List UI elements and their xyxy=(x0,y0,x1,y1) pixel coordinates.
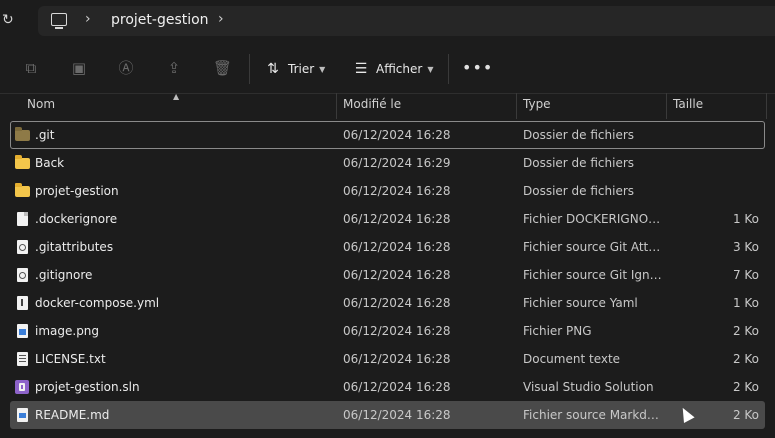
file-row[interactable]: image.png 06/12/2024 16:28 Fichier PNG 2… xyxy=(10,317,765,345)
column-header-modified[interactable]: Modifié le xyxy=(343,97,401,111)
paste-icon[interactable]: ▣ xyxy=(70,59,88,77)
copy-icon[interactable]: ⧉ xyxy=(22,59,40,77)
toolbar-divider xyxy=(448,54,449,84)
image-file-icon xyxy=(17,324,28,338)
config-file-icon xyxy=(17,268,28,282)
file-type: Document texte xyxy=(523,352,621,366)
address-bar[interactable]: › projet-gestion › xyxy=(38,6,775,36)
sort-ascending-icon: ▲ xyxy=(173,92,180,101)
file-modified: 06/12/2024 16:28 xyxy=(343,352,451,366)
toolbar-divider xyxy=(249,54,250,84)
share-icon[interactable]: ⇪ xyxy=(165,59,183,77)
yaml-file-icon xyxy=(17,296,28,310)
chevron-right-icon[interactable]: › xyxy=(85,11,91,27)
text-file-icon xyxy=(17,352,28,366)
file-modified: 06/12/2024 16:28 xyxy=(343,240,451,254)
file-type: Fichier source Git Attrib... xyxy=(523,240,663,254)
file-type: Fichier source Git Ignore xyxy=(523,268,663,282)
file-type: Dossier de fichiers xyxy=(523,128,635,142)
folder-icon xyxy=(15,127,30,141)
column-header-name[interactable]: Nom xyxy=(27,97,55,111)
file-type: Dossier de fichiers xyxy=(523,156,635,170)
sort-button[interactable]: ⇅ Trier ▼ xyxy=(264,59,325,79)
view-label: Afficher xyxy=(376,62,423,76)
file-type: Fichier source Yaml xyxy=(523,296,638,310)
sort-label: Trier xyxy=(288,62,315,76)
file-type: Fichier PNG xyxy=(523,324,592,338)
file-type: Dossier de fichiers xyxy=(523,184,635,198)
file-name: projet-gestion xyxy=(35,184,119,198)
file-name: .gitattributes xyxy=(35,240,114,254)
file-name: projet-gestion.sln xyxy=(35,380,140,394)
file-modified: 06/12/2024 16:28 xyxy=(343,212,451,226)
file-size: 1 Ko xyxy=(732,296,759,310)
file-icon xyxy=(17,212,28,226)
file-size: 2 Ko xyxy=(732,380,759,394)
view-lines-icon: ☰ xyxy=(354,61,368,77)
file-name: LICENSE.txt xyxy=(35,352,106,366)
file-row[interactable]: Back 06/12/2024 16:29 Dossier de fichier… xyxy=(10,149,765,177)
more-options-icon[interactable]: ••• xyxy=(462,58,493,77)
file-modified: 06/12/2024 16:28 xyxy=(343,324,451,338)
file-row[interactable]: docker-compose.yml 06/12/2024 16:28 Fich… xyxy=(10,289,765,317)
column-header-size[interactable]: Taille xyxy=(673,97,703,111)
file-name: README.md xyxy=(35,408,110,422)
file-size: 2 Ko xyxy=(732,352,759,366)
file-name: .dockerignore xyxy=(35,212,118,226)
file-type: Fichier DOCKERIGNORE xyxy=(523,212,663,226)
command-bar: ⧉ ▣ Ⓐ ⇪ 🗑 ⇅ Trier ▼ ☰ Afficher ▼ ••• xyxy=(0,45,775,94)
chevron-right-icon[interactable]: › xyxy=(218,11,224,27)
file-modified: 06/12/2024 16:28 xyxy=(343,380,451,394)
file-modified: 06/12/2024 16:28 xyxy=(343,184,451,198)
file-type: Fichier source Markdown xyxy=(523,408,663,422)
file-modified: 06/12/2024 16:28 xyxy=(343,296,451,310)
file-size: 1 Ko xyxy=(732,212,759,226)
visual-studio-icon xyxy=(15,380,29,394)
file-name: Back xyxy=(35,156,65,170)
file-modified: 06/12/2024 16:28 xyxy=(343,128,451,142)
file-modified: 06/12/2024 16:28 xyxy=(343,408,451,422)
file-size: 3 Ko xyxy=(732,240,759,254)
file-modified: 06/12/2024 16:29 xyxy=(343,156,451,170)
file-size: 7 Ko xyxy=(732,268,759,282)
chevron-down-icon: ▼ xyxy=(427,65,434,74)
view-button[interactable]: ☰ Afficher ▼ xyxy=(352,59,434,79)
file-row[interactable]: README.md 06/12/2024 16:28 Fichier sourc… xyxy=(10,401,765,429)
file-type: Visual Studio Solution xyxy=(523,380,654,394)
file-row[interactable]: .gitattributes 06/12/2024 16:28 Fichier … xyxy=(10,233,765,261)
file-name: image.png xyxy=(35,324,100,338)
file-name: docker-compose.yml xyxy=(35,296,160,310)
file-modified: 06/12/2024 16:28 xyxy=(343,268,451,282)
column-header-type[interactable]: Type xyxy=(523,97,551,111)
file-row[interactable]: LICENSE.txt 06/12/2024 16:28 Document te… xyxy=(10,345,765,373)
folder-icon xyxy=(15,155,30,169)
this-pc-icon[interactable] xyxy=(51,13,67,29)
chevron-down-icon: ▼ xyxy=(319,65,326,74)
column-resize-handle[interactable] xyxy=(336,93,337,119)
markdown-file-icon xyxy=(17,408,28,422)
column-resize-handle[interactable] xyxy=(516,93,517,119)
file-row[interactable]: projet-gestion.sln 06/12/2024 16:28 Visu… xyxy=(10,373,765,401)
file-row[interactable]: projet-gestion 06/12/2024 16:28 Dossier … xyxy=(10,177,765,205)
file-name: .git xyxy=(35,128,55,142)
file-row[interactable]: .dockerignore 06/12/2024 16:28 Fichier D… xyxy=(10,205,765,233)
folder-icon xyxy=(15,183,30,197)
column-resize-handle[interactable] xyxy=(666,93,667,119)
refresh-icon[interactable]: ↻ xyxy=(2,12,16,28)
file-list: .git 06/12/2024 16:28 Dossier de fichier… xyxy=(10,121,765,429)
column-headers: ▲ Nom Modifié le Type Taille xyxy=(0,92,775,119)
column-resize-handle[interactable] xyxy=(766,93,767,119)
address-row: ↻ › projet-gestion › xyxy=(0,0,775,45)
delete-icon[interactable]: 🗑 xyxy=(213,59,232,77)
file-row[interactable]: .gitignore 06/12/2024 16:28 Fichier sour… xyxy=(10,261,765,289)
breadcrumb-projet-gestion[interactable]: projet-gestion xyxy=(111,12,209,28)
file-row[interactable]: .git 06/12/2024 16:28 Dossier de fichier… xyxy=(10,121,765,149)
file-size: 2 Ko xyxy=(732,324,759,338)
config-file-icon xyxy=(17,240,28,254)
file-size: 2 Ko xyxy=(732,408,759,422)
file-name: .gitignore xyxy=(35,268,93,282)
sort-icon: ⇅ xyxy=(267,61,279,77)
rename-icon[interactable]: Ⓐ xyxy=(117,59,135,77)
